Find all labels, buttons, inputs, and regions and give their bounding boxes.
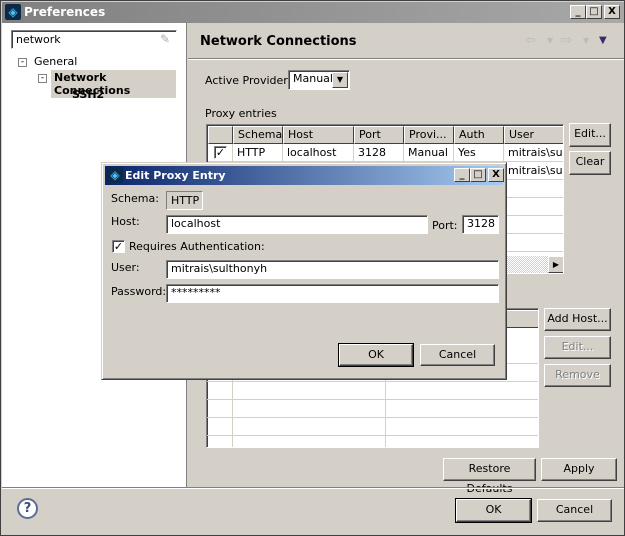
row-checkbox[interactable]: ✓ xyxy=(214,146,227,159)
restore-defaults-button[interactable]: Restore Defaults xyxy=(443,458,536,495)
ok-button[interactable]: OK xyxy=(455,498,532,523)
clear-filter-icon[interactable]: ✎ xyxy=(160,32,170,46)
password-input[interactable]: ********* xyxy=(166,284,499,303)
header-separator xyxy=(188,58,624,60)
collapse-general-icon[interactable]: - xyxy=(18,58,27,67)
user-input[interactable]: mitrais\sulthonyh xyxy=(166,260,499,279)
active-provider-label: Active Provider: xyxy=(205,74,292,87)
chevron-down-icon[interactable]: ▼ xyxy=(332,72,348,88)
dialog-close-button[interactable]: X xyxy=(488,168,504,182)
column-header-user[interactable]: User xyxy=(504,126,563,144)
clear-proxy-button[interactable]: Clear xyxy=(569,151,611,175)
column-header-check[interactable] xyxy=(208,126,233,144)
window-title: Preferences xyxy=(24,5,106,19)
column-header-host[interactable]: Host xyxy=(283,126,354,144)
eclipse-app-icon: ◈ xyxy=(5,4,21,20)
schema-value: HTTP xyxy=(166,191,203,210)
maximize-button[interactable]: □ xyxy=(586,5,602,19)
proxy-entries-label: Proxy entries xyxy=(205,107,277,120)
back-dropdown-icon[interactable]: ▼ xyxy=(547,36,553,45)
dialog-minimize-button[interactable]: _ xyxy=(454,168,470,182)
tree-item-ssh2[interactable]: SSH2 xyxy=(72,88,104,101)
cancel-button[interactable]: Cancel xyxy=(537,499,612,522)
requires-auth-checkbox[interactable]: ✓ xyxy=(112,240,125,253)
port-label: Port: xyxy=(432,219,458,232)
cell-provider: Manual xyxy=(404,144,454,162)
cell-host: localhost xyxy=(283,144,354,162)
back-arrow-icon[interactable]: ⇦ xyxy=(525,33,536,48)
eclipse-app-icon: ◈ xyxy=(107,167,123,183)
edit-proxy-button[interactable]: Edit... xyxy=(569,123,611,147)
host-label: Host: xyxy=(111,215,140,228)
host-input[interactable]: localhost xyxy=(166,215,428,234)
scroll-right-icon[interactable]: ▶ xyxy=(548,256,563,273)
dialog-title: Edit Proxy Entry xyxy=(125,169,226,182)
cell-user: mitrais\su.. xyxy=(504,162,563,180)
dialog-ok-button[interactable]: OK xyxy=(338,343,414,367)
tree-item-general[interactable]: General xyxy=(34,55,77,68)
column-header-provider[interactable]: Provi... xyxy=(404,126,454,144)
column-header-auth[interactable]: Auth xyxy=(454,126,504,144)
add-host-button[interactable]: Add Host... xyxy=(544,308,611,331)
forward-dropdown-icon[interactable]: ▼ xyxy=(583,36,589,45)
close-button[interactable]: X xyxy=(604,5,620,19)
edit-host-button: Edit... xyxy=(544,336,611,359)
column-header-schema[interactable]: Schema xyxy=(233,126,283,144)
apply-button[interactable]: Apply xyxy=(541,458,617,481)
active-provider-select[interactable]: Manual ▼ xyxy=(288,70,350,90)
cell-schema: HTTP xyxy=(233,144,283,162)
footer-separator xyxy=(2,487,624,489)
cell-auth: Yes xyxy=(454,144,504,162)
schema-label: Schema: xyxy=(111,192,159,205)
collapse-network-icon[interactable]: - xyxy=(38,74,47,83)
requires-auth-label[interactable]: Requires Authentication: xyxy=(129,240,265,253)
page-title: Network Connections xyxy=(200,34,357,49)
dialog-cancel-button[interactable]: Cancel xyxy=(420,344,495,366)
remove-host-button: Remove xyxy=(544,364,611,387)
cell-user: mitrais\su.. xyxy=(504,144,563,162)
password-label: Password: xyxy=(111,285,167,298)
dialog-title-bar: ◈ Edit Proxy Entry _ □ X xyxy=(105,166,504,185)
active-provider-value: Manual xyxy=(293,72,333,85)
cell-port: 3128 xyxy=(354,144,404,162)
user-label: User: xyxy=(111,261,140,274)
tree-item-network-connections[interactable]: Network Connections xyxy=(51,70,176,98)
port-input[interactable]: 3128 xyxy=(462,215,499,234)
minimize-button[interactable]: _ xyxy=(570,5,586,19)
window-title-bar: ◈ Preferences _ □ X xyxy=(2,2,624,23)
column-header-port[interactable]: Port xyxy=(354,126,404,144)
edit-proxy-entry-dialog: ◈ Edit Proxy Entry _ □ X Schema: HTTP Ho… xyxy=(101,162,507,380)
forward-arrow-icon[interactable]: ⇨ xyxy=(561,33,572,48)
view-menu-icon[interactable]: ▼ xyxy=(599,35,607,46)
help-icon[interactable]: ? xyxy=(17,498,38,519)
filter-input[interactable] xyxy=(11,30,177,49)
dialog-maximize-button[interactable]: □ xyxy=(470,168,486,182)
